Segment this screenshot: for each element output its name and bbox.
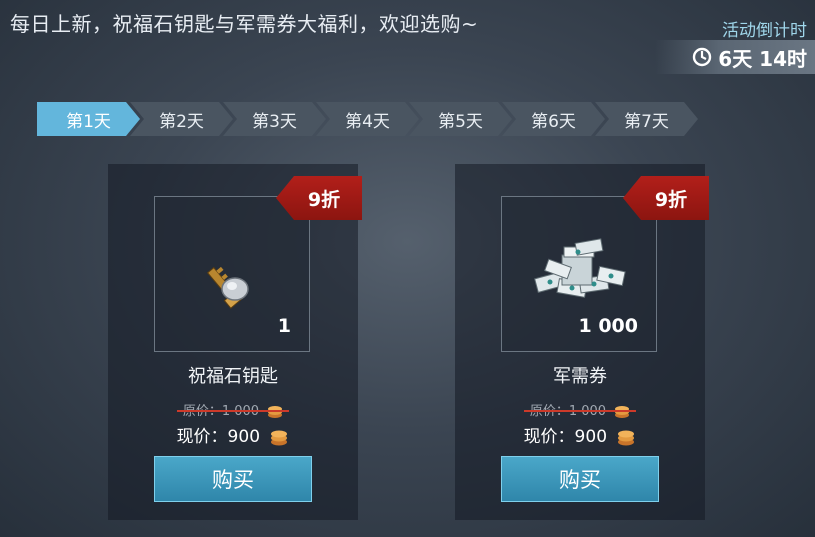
tab-day-label: 第4天 bbox=[345, 111, 390, 132]
coin-icon bbox=[618, 430, 635, 446]
current-price-text: 现价：900 bbox=[176, 427, 261, 447]
shop-item-card: 1 000 9折 军需券 原价：1 000 现价：900 购买 bbox=[455, 164, 709, 520]
coin-icon bbox=[615, 405, 630, 418]
coin-icon bbox=[271, 430, 288, 446]
tab-day-3[interactable]: 第3天 bbox=[223, 102, 326, 136]
clock-icon bbox=[693, 47, 712, 67]
item-name: 祝福石钥匙 bbox=[188, 366, 278, 387]
tab-day-2[interactable]: 第2天 bbox=[130, 102, 233, 136]
tab-day-label: 第1天 bbox=[66, 111, 111, 132]
tab-day-5[interactable]: 第5天 bbox=[409, 102, 512, 136]
tab-day-label: 第7天 bbox=[624, 111, 669, 132]
original-price: 原价：1 000 bbox=[455, 400, 705, 419]
tab-day-label: 第3天 bbox=[252, 111, 297, 132]
timer-label: 活动倒计时 bbox=[722, 21, 807, 41]
tab-day-4[interactable]: 第4天 bbox=[316, 102, 419, 136]
day-tabs: 第1天 第2天 第3天 第4天 第5天 第6天 第7天 bbox=[37, 102, 777, 136]
coin-icon bbox=[268, 405, 283, 418]
timer-box: 6天 14时 bbox=[655, 40, 815, 74]
shop-item-card: 1 9折 祝福石钥匙 原价：1 000 现价：900 购买 bbox=[108, 164, 362, 520]
item-slot[interactable]: 1 bbox=[154, 196, 310, 352]
tab-day-label: 第6天 bbox=[531, 111, 576, 132]
headline: 每日上新，祝福石钥匙与军需券大福利，欢迎选购~ bbox=[10, 12, 479, 36]
tab-day-7[interactable]: 第7天 bbox=[595, 102, 698, 136]
current-price: 现价：900 bbox=[455, 422, 705, 447]
current-price-text: 现价：900 bbox=[523, 427, 608, 447]
buy-button[interactable]: 购买 bbox=[501, 456, 659, 502]
item-quantity: 1 bbox=[277, 315, 291, 337]
original-price: 原价：1 000 bbox=[108, 400, 358, 419]
buy-button[interactable]: 购买 bbox=[154, 456, 312, 502]
tab-day-6[interactable]: 第6天 bbox=[502, 102, 605, 136]
item-slot[interactable]: 1 000 bbox=[501, 196, 657, 352]
tab-day-label: 第5天 bbox=[438, 111, 483, 132]
item-name: 军需券 bbox=[553, 366, 607, 387]
tab-day-1[interactable]: 第1天 bbox=[37, 102, 140, 136]
timer-value: 6天 14时 bbox=[718, 46, 807, 71]
item-quantity: 1 000 bbox=[578, 315, 639, 337]
discount-badge: 9折 bbox=[276, 176, 362, 220]
tab-day-label: 第2天 bbox=[159, 111, 204, 132]
current-price: 现价：900 bbox=[108, 422, 358, 447]
original-price-text: 原价：1 000 bbox=[529, 404, 607, 419]
original-price-text: 原价：1 000 bbox=[182, 404, 260, 419]
discount-badge: 9折 bbox=[623, 176, 709, 220]
